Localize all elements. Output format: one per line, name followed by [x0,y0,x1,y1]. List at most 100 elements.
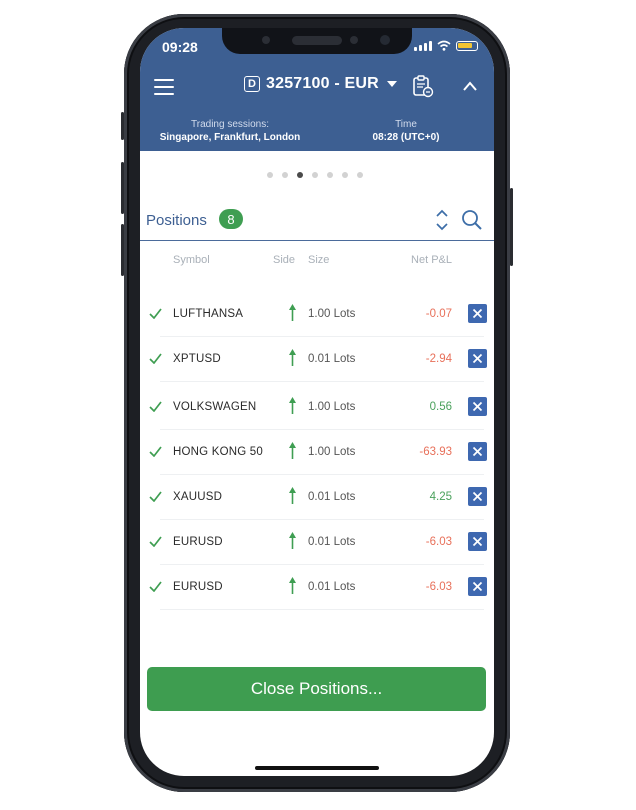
chevron-down-icon [386,81,397,87]
cellular-signal-icon [414,41,432,51]
buy-arrow-up-icon [289,532,296,549]
page-dot[interactable] [357,172,363,178]
column-header-side: Side [273,254,296,266]
volume-up-button [121,162,124,214]
account-label: 3257100 - EUR [266,75,379,92]
position-size: 0.01 Lots [308,491,356,503]
app-header: 09:28 D 3257100 - EUR Trading sessions: … [140,28,494,151]
close-position-button[interactable] [468,577,487,596]
account-selector[interactable]: D 3257100 - EUR [244,75,397,93]
buy-arrow-up-icon [289,349,296,366]
position-symbol: HONG KONG 50 [173,446,263,458]
status-icons [414,40,478,51]
volume-down-button [121,224,124,276]
check-icon [149,581,162,592]
position-row[interactable]: XAUUSD 0.01 Lots 4.25 [140,475,494,520]
check-icon [149,446,162,457]
column-header-net-pnl: Net P&L [411,254,452,266]
position-net-pnl: 4.25 [429,491,452,503]
page-dot[interactable] [297,172,303,178]
wifi-icon [437,40,451,51]
position-size: 1.00 Lots [308,446,356,458]
close-position-button[interactable] [468,349,487,368]
position-symbol: XAUUSD [173,491,223,503]
close-icon [472,581,483,592]
position-row[interactable]: LUFTHANSA 1.00 Lots -0.07 [140,292,494,337]
position-symbol: XPTUSD [173,353,221,365]
page-dot[interactable] [312,172,318,178]
close-position-button[interactable] [468,397,487,416]
column-header-symbol: Symbol [173,254,210,266]
close-icon [472,536,483,547]
battery-icon [456,41,478,51]
mute-switch [121,112,124,140]
close-icon [472,491,483,502]
position-row[interactable]: HONG KONG 50 1.00 Lots -63.93 [140,430,494,475]
position-net-pnl: -6.03 [425,536,452,548]
position-net-pnl: -0.07 [425,308,452,320]
close-position-button[interactable] [468,532,487,551]
clipboard-icon[interactable] [412,74,434,98]
server-time: Time 08:28 (UTC+0) [346,118,466,144]
check-icon [149,308,162,319]
status-time: 09:28 [162,39,198,55]
position-row[interactable]: EURUSD 0.01 Lots -6.03 [140,520,494,565]
position-symbol: VOLKSWAGEN [173,401,257,413]
position-row[interactable]: EURUSD 0.01 Lots -6.03 [140,565,494,610]
positions-count-badge: 8 [219,209,243,229]
buy-arrow-up-icon [289,304,296,321]
close-icon [472,446,483,457]
chevron-up-icon[interactable] [462,80,478,92]
sensor-dot [350,36,358,44]
buy-arrow-up-icon [289,577,296,594]
front-camera [380,35,390,45]
home-indicator[interactable] [255,766,379,770]
position-net-pnl: -63.93 [419,446,452,458]
power-button [510,188,513,266]
position-symbol: LUFTHANSA [173,308,244,320]
hamburger-menu-icon[interactable] [154,79,174,95]
position-size: 0.01 Lots [308,536,356,548]
close-icon [472,308,483,319]
column-header-size: Size [308,254,330,266]
page-dot[interactable] [327,172,333,178]
check-icon [149,353,162,364]
search-icon[interactable] [460,208,484,232]
position-size: 1.00 Lots [308,308,356,320]
speaker-grille [292,36,342,45]
page-dot[interactable] [267,172,273,178]
app-screen: 09:28 D 3257100 - EUR Trading sessions: … [140,28,494,776]
trading-sessions-value: Singapore, Frankfurt, London [159,132,301,143]
buy-arrow-up-icon [289,397,296,414]
position-row[interactable]: VOLKSWAGEN 1.00 Lots 0.56 [140,385,494,430]
close-position-button[interactable] [468,304,487,323]
position-size: 1.00 Lots [308,401,356,413]
sensor-dot [262,36,270,44]
position-row[interactable]: XPTUSD 0.01 Lots -2.94 [140,337,494,382]
time-value: 08:28 (UTC+0) [372,132,440,143]
close-positions-button[interactable]: Close Positions... [147,667,486,711]
row-divider [160,609,484,610]
position-net-pnl: 0.56 [429,401,452,413]
trading-sessions: Trading sessions: Singapore, Frankfurt, … [150,118,310,144]
demo-account-badge: D [244,76,260,92]
buy-arrow-up-icon [289,487,296,504]
position-symbol: EURUSD [173,581,223,593]
time-label: Time [395,119,417,130]
sort-icon[interactable] [435,208,449,232]
row-divider [160,381,484,382]
check-icon [149,536,162,547]
positions-title[interactable]: Positions [146,212,207,229]
position-size: 0.01 Lots [308,353,356,365]
close-position-button[interactable] [468,442,487,461]
page-indicator[interactable] [267,172,363,178]
trading-sessions-label: Trading sessions: [191,119,269,130]
page-dot[interactable] [282,172,288,178]
close-icon [472,353,483,364]
notch [222,28,412,54]
page-dot[interactable] [342,172,348,178]
position-symbol: EURUSD [173,536,223,548]
position-net-pnl: -2.94 [425,353,452,365]
close-position-button[interactable] [468,487,487,506]
check-icon [149,491,162,502]
